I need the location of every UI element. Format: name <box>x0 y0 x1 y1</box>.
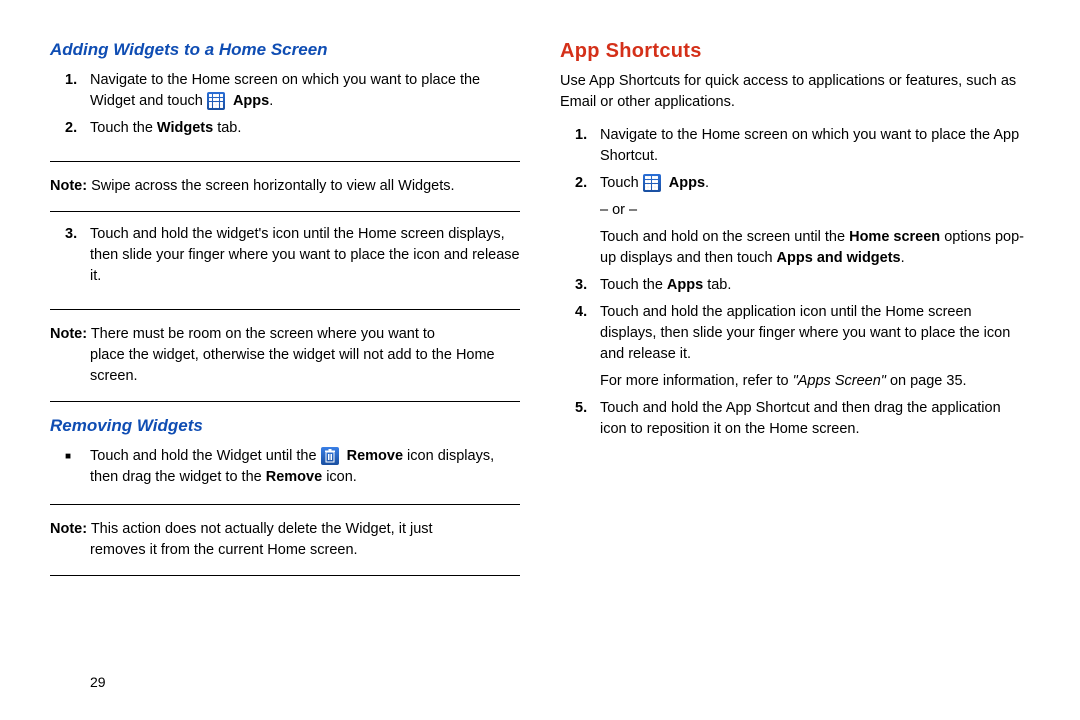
page-number: 29 <box>90 674 106 690</box>
note-room: Note: There must be room on the screen w… <box>50 324 520 387</box>
step-2: 2. Touch Apps. – or – Touch and hold on … <box>600 173 1030 269</box>
step-3: 3. Touch and hold the widget's icon unti… <box>90 224 520 287</box>
apps-grid-icon <box>643 174 661 192</box>
divider <box>50 161 520 162</box>
note-delete: Note: This action does not actually dele… <box>50 519 520 561</box>
heading-app-shortcuts: App Shortcuts <box>560 40 1030 63</box>
intro-text: Use App Shortcuts for quick access to ap… <box>560 71 1030 113</box>
step-5: 5. Touch and hold the App Shortcut and t… <box>600 398 1030 440</box>
square-bullet-icon: ■ <box>65 446 90 488</box>
right-column: App Shortcuts Use App Shortcuts for quic… <box>560 40 1030 700</box>
steps-list-adding-cont: 3. Touch and hold the widget's icon unti… <box>50 224 520 293</box>
note-swipe: Note: Swipe across the screen horizontal… <box>50 176 520 197</box>
divider <box>50 575 520 576</box>
divider <box>50 211 520 212</box>
remove-bullet: ■ Touch and hold the Widget until the Re… <box>50 446 520 488</box>
heading-adding-widgets: Adding Widgets to a Home Screen <box>50 40 520 60</box>
trash-icon <box>321 447 339 465</box>
divider <box>50 401 520 402</box>
apps-grid-icon <box>207 92 225 110</box>
divider <box>50 504 520 505</box>
step-1: 1. Navigate to the Home screen on which … <box>600 125 1030 167</box>
heading-removing-widgets: Removing Widgets <box>50 416 520 436</box>
manual-page: Adding Widgets to a Home Screen 1. Navig… <box>0 0 1080 720</box>
step-3: 3. Touch the Apps tab. <box>600 275 1030 296</box>
step-4: 4. Touch and hold the application icon u… <box>600 302 1030 392</box>
left-column: Adding Widgets to a Home Screen 1. Navig… <box>50 40 520 700</box>
divider <box>50 309 520 310</box>
step-1: 1. Navigate to the Home screen on which … <box>90 70 520 112</box>
step-2: 2. Touch the Widgets tab. <box>90 118 520 139</box>
steps-list-shortcuts: 1. Navigate to the Home screen on which … <box>560 125 1030 446</box>
steps-list-adding: 1. Navigate to the Home screen on which … <box>50 70 520 145</box>
